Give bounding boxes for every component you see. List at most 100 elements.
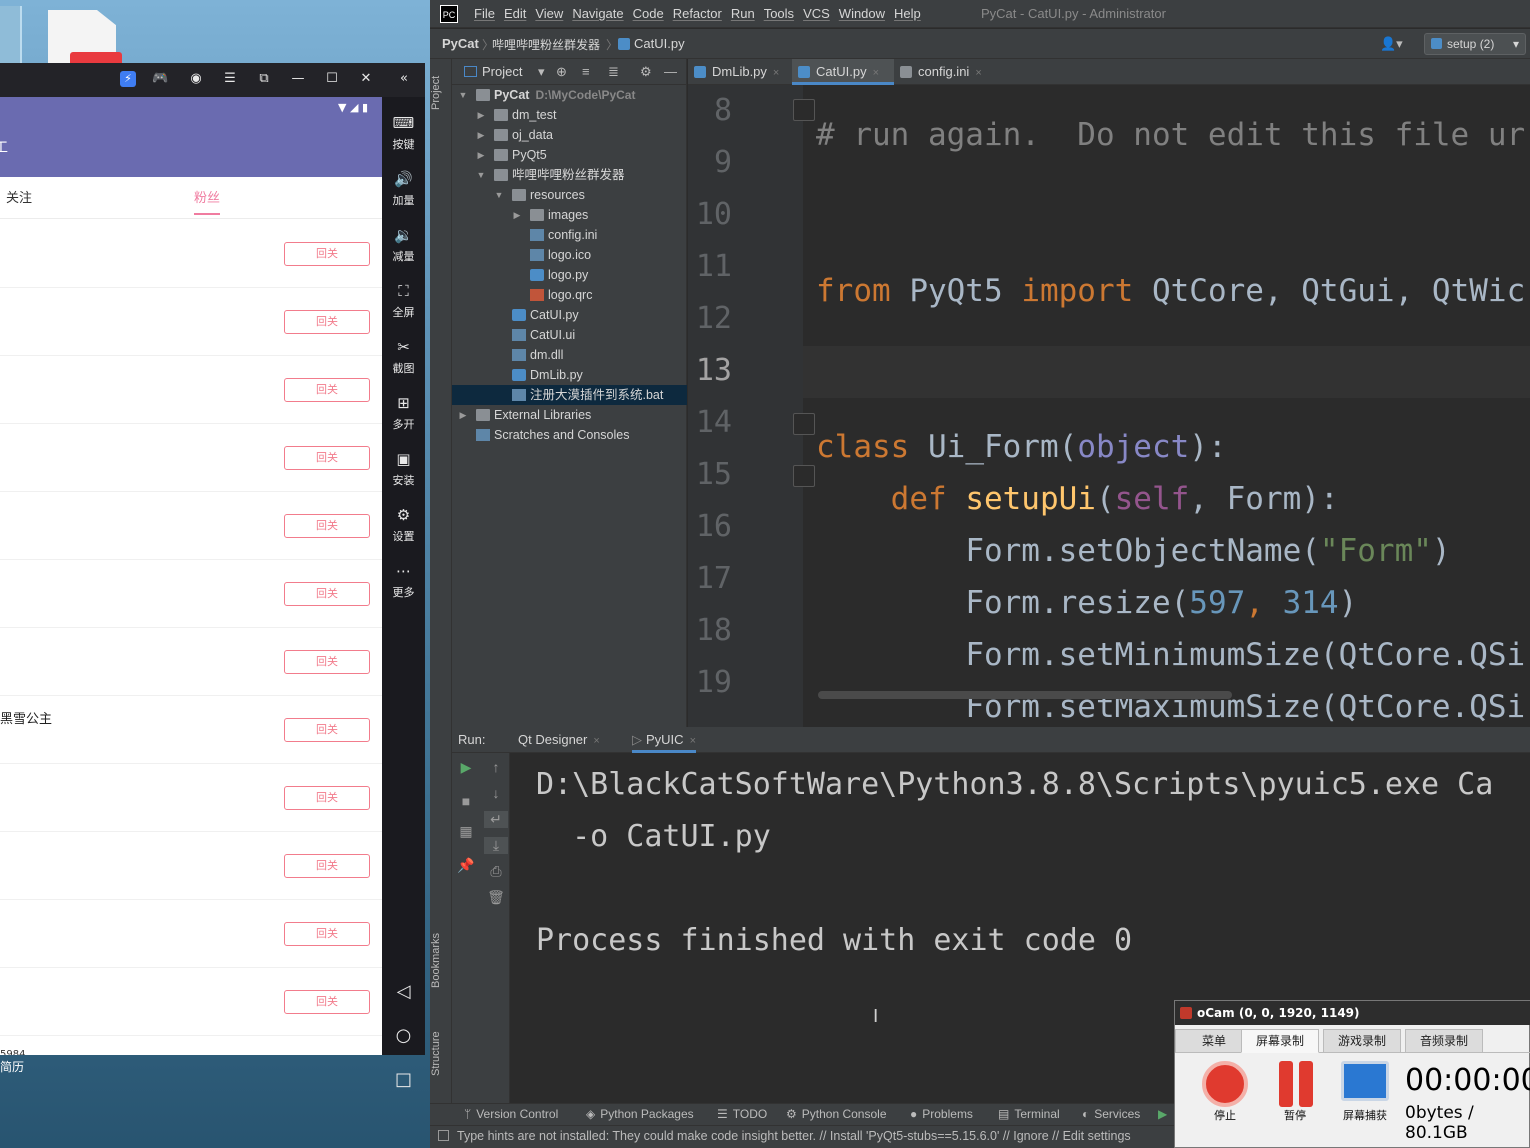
chevron-right-icon[interactable]: ▶ — [476, 145, 486, 165]
menu-run[interactable]: Run — [731, 6, 755, 21]
tree-item[interactable]: ▶ PyQt5 — [452, 145, 687, 165]
toolwindow-todo[interactable]: ☰ TODO — [717, 1107, 767, 1121]
bookmarks-tool-tab[interactable]: Bookmarks — [430, 925, 452, 995]
list-item[interactable]: 回关 — [0, 424, 382, 492]
list-item[interactable]: 回关 — [0, 492, 382, 560]
run-indicator-icon[interactable]: ▶ — [1158, 1107, 1167, 1121]
tree-item[interactable]: DmLib.py — [452, 365, 687, 385]
user-icon[interactable]: ◉ — [188, 71, 204, 87]
tab-fans[interactable]: 粉丝 — [194, 187, 220, 206]
home-icon[interactable]: ○ — [382, 1025, 425, 1046]
tree-item[interactable]: ▼ resources — [452, 185, 687, 205]
chevron-down-icon[interactable]: ▼ — [458, 85, 468, 105]
recents-icon[interactable]: □ — [382, 1069, 425, 1090]
list-item[interactable]: 回关 — [0, 832, 382, 900]
tree-item[interactable]: logo.ico — [452, 245, 687, 265]
menu-icon[interactable]: ☰ — [222, 71, 238, 87]
sidebar-item-volume-up[interactable]: 🔊 加量 — [382, 169, 425, 208]
follow-back-button[interactable]: 回关 — [284, 242, 370, 266]
close-icon[interactable]: × — [975, 67, 981, 79]
structure-tool-tab[interactable]: Structure — [430, 1021, 452, 1087]
scroll-up-icon[interactable]: ↑ — [484, 759, 508, 775]
follow-back-button[interactable]: 回关 — [284, 446, 370, 470]
menu-help[interactable]: Help — [894, 6, 921, 21]
sidebar-item-scissors[interactable]: ✂ 截图 — [382, 337, 425, 376]
toolwindow-version-control[interactable]: ᛘ Version Control — [464, 1107, 558, 1121]
list-item[interactable]: 回关 — [0, 288, 382, 356]
list-item[interactable]: 回关 — [0, 968, 382, 1036]
chevron-right-icon[interactable]: ▶ — [476, 105, 486, 125]
follow-back-button[interactable]: 回关 — [284, 650, 370, 674]
popout-icon[interactable]: ⧉ — [256, 71, 272, 87]
horizontal-scrollbar[interactable] — [818, 691, 1232, 699]
tree-item[interactable]: logo.qrc — [452, 285, 687, 305]
toolwindow-problems[interactable]: ● Problems — [910, 1107, 973, 1121]
run-output[interactable]: D:\BlackCatSoftWare\Python3.8.8\Scripts\… — [536, 759, 1493, 967]
chevron-right-icon[interactable]: ▶ — [458, 405, 468, 425]
sidebar-item-multi-instance[interactable]: ⊞ 多开 — [382, 393, 425, 432]
scroll-down-icon[interactable]: ↓ — [484, 785, 508, 801]
tab-qt-designer[interactable]: Qt Designer × — [518, 732, 600, 747]
rerun-icon[interactable]: ▶ — [454, 759, 478, 776]
ocam-tab-game-record[interactable]: 游戏录制 — [1323, 1029, 1401, 1053]
sidebar-item-more[interactable]: ⋯ 更多 — [382, 561, 425, 600]
breadcrumb-project[interactable]: PyCat — [442, 36, 479, 51]
scroll-to-end-icon[interactable]: ⤓ — [484, 837, 508, 854]
close-icon[interactable]: × — [873, 67, 879, 79]
toolwindow-python-console[interactable]: ⚙ Python Console — [786, 1107, 887, 1121]
fold-marker-icon[interactable] — [793, 99, 815, 121]
tree-item[interactable]: CatUI.py — [452, 305, 687, 325]
menu-code[interactable]: Code — [633, 6, 664, 21]
menu-navigate[interactable]: Navigate — [572, 6, 623, 21]
tree-item[interactable]: CatUI.ui — [452, 325, 687, 345]
tree-item[interactable]: ▼ PyCat D:\MyCode\PyCat — [452, 85, 687, 105]
print-icon[interactable]: ⎙ — [484, 863, 508, 880]
follow-back-button[interactable]: 回关 — [284, 718, 370, 742]
editor-tab[interactable]: config.ini × — [894, 59, 1004, 85]
ocam-capture-button[interactable]: 屏幕捕获 — [1333, 1061, 1397, 1123]
toolwindow-python-packages[interactable]: ◈ Python Packages — [586, 1107, 694, 1121]
sidebar-item-fullscreen[interactable]: ⛶ 全屏 — [382, 281, 425, 320]
follow-back-button[interactable]: 回关 — [284, 990, 370, 1014]
collapse-sidebar-icon[interactable]: « — [396, 71, 412, 87]
breadcrumb-file[interactable]: CatUI.py — [618, 36, 685, 51]
close-icon[interactable]: ✕ — [358, 71, 374, 87]
list-item[interactable]: 黑雪公主 回关 — [0, 696, 382, 764]
follow-back-button[interactable]: 回关 — [284, 786, 370, 810]
follow-back-button[interactable]: 回关 — [284, 514, 370, 538]
tree-item[interactable]: config.ini — [452, 225, 687, 245]
tree-item[interactable]: ▶ dm_test — [452, 105, 687, 125]
toolwindow-services[interactable]: ◐ Services — [1082, 1107, 1140, 1121]
project-tool-tab[interactable]: Project — [430, 65, 452, 121]
menu-edit[interactable]: Edit — [504, 6, 526, 21]
close-icon[interactable]: × — [690, 735, 696, 747]
run-configuration-select[interactable]: setup (2) ▾ — [1424, 33, 1526, 55]
chevron-right-icon[interactable]: ▶ — [476, 125, 486, 145]
maximize-icon[interactable]: ☐ — [324, 71, 340, 87]
collapse-all-icon[interactable]: ≣ — [608, 64, 619, 80]
list-item[interactable]: 回关 — [0, 764, 382, 832]
sidebar-item-apk-install[interactable]: ▣ 安装 — [382, 449, 425, 488]
follow-back-button[interactable]: 回关 — [284, 378, 370, 402]
follow-back-button[interactable]: 回关 — [284, 310, 370, 334]
chevron-down-icon[interactable]: ▾ — [538, 64, 545, 80]
stop-icon[interactable]: ■ — [454, 793, 478, 809]
ocam-stop-button[interactable]: 停止 — [1193, 1061, 1257, 1123]
tree-item[interactable]: Scratches and Consoles — [452, 425, 687, 445]
tree-item[interactable]: ▶ oj_data — [452, 125, 687, 145]
close-icon[interactable]: × — [773, 67, 779, 79]
tree-item[interactable]: ▶ External Libraries — [452, 405, 687, 425]
follow-back-button[interactable]: 回关 — [284, 922, 370, 946]
sidebar-item-keyboard[interactable]: ⌨ 按键 — [382, 113, 425, 152]
back-icon[interactable]: ◁ — [382, 981, 425, 1002]
menu-vcs[interactable]: VCS — [803, 6, 830, 21]
list-item[interactable]: 回关 — [0, 900, 382, 968]
menu-refactor[interactable]: Refactor — [673, 6, 722, 21]
chevron-down-icon[interactable]: ▼ — [494, 185, 504, 205]
toolwindow-terminal[interactable]: ▤ Terminal — [998, 1107, 1060, 1121]
tab-follow[interactable]: 关注 — [6, 187, 32, 206]
chevron-down-icon[interactable]: ▼ — [476, 165, 486, 185]
gamepad-icon[interactable]: 🎮 — [152, 71, 168, 87]
tab-pyuic[interactable]: ▷ PyUIC × — [632, 732, 696, 753]
layout-icon[interactable]: ▦ — [454, 823, 478, 840]
